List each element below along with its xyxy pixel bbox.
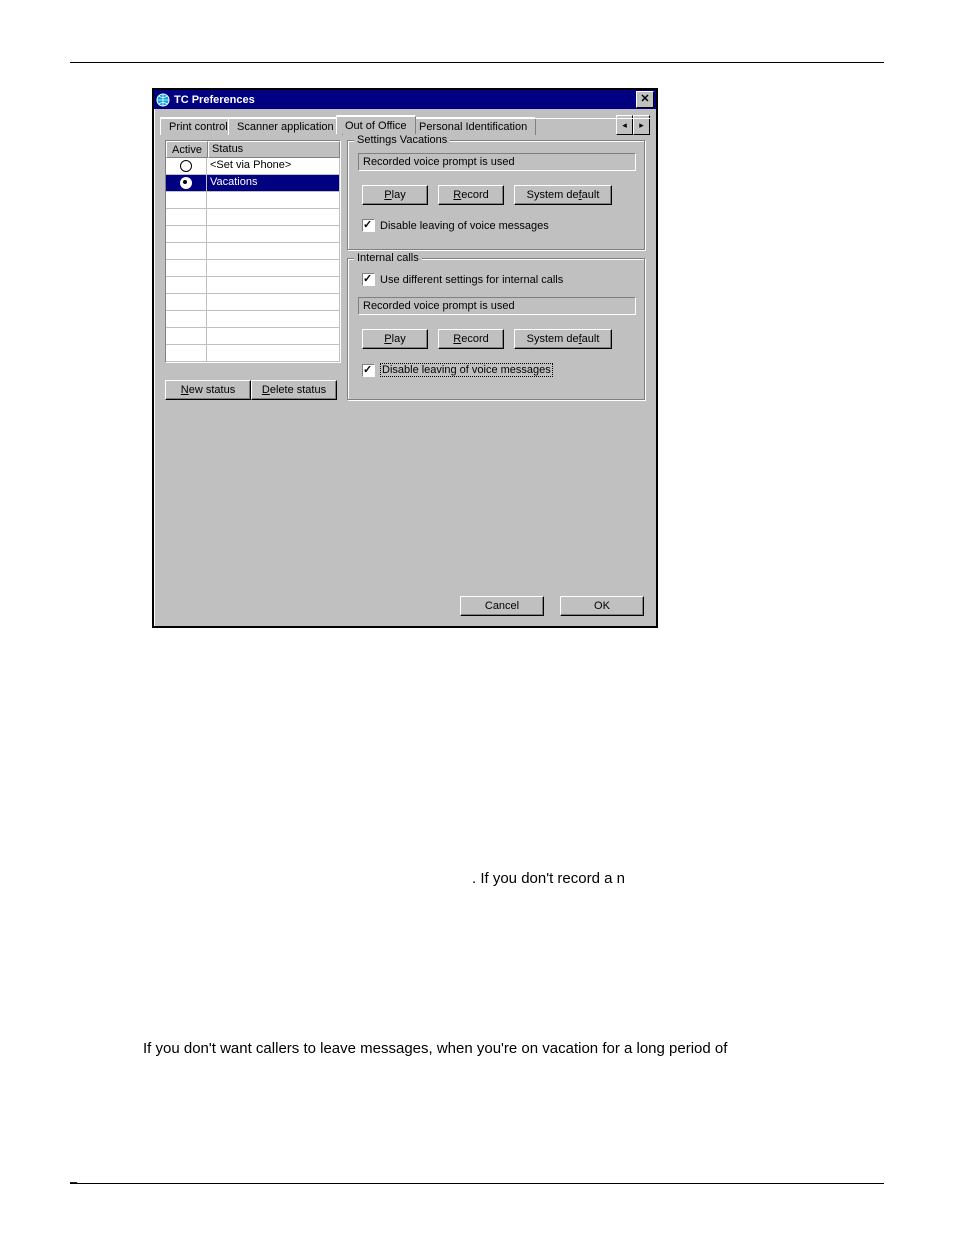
ok-button[interactable]: OK	[560, 596, 644, 616]
top-rule	[70, 62, 884, 63]
cancel-button[interactable]: Cancel	[460, 596, 544, 616]
settings-group: Settings Vacations Recorded voice prompt…	[347, 140, 645, 250]
use-internal-checkbox[interactable]: Use different settings for internal call…	[362, 273, 563, 286]
disable-messages-internal-checkbox[interactable]: Disable leaving of voice messages	[362, 363, 553, 377]
titlebar[interactable]: TC Preferences ✕	[154, 90, 656, 109]
prompt-state-field: Recorded voice prompt is used	[358, 297, 636, 315]
preferences-dialog: TC Preferences ✕ Print control Scanner a…	[152, 88, 658, 628]
radio-icon[interactable]	[180, 160, 192, 172]
play-button-internal[interactable]: Play	[362, 329, 428, 349]
checkbox-icon	[362, 219, 375, 232]
close-icon: ✕	[640, 94, 649, 105]
tab-out-of-office[interactable]: Out of Office	[336, 115, 416, 134]
radio-icon[interactable]	[180, 177, 192, 189]
body-fragment-1: . If you don't record a n	[472, 870, 625, 887]
checkbox-label: Use different settings for internal call…	[380, 274, 563, 286]
status-cell: <Set via Phone>	[207, 158, 340, 175]
table-row[interactable]: <Set via Phone>	[166, 158, 340, 175]
prompt-state-field: Recorded voice prompt is used	[358, 153, 636, 171]
col-status[interactable]: Status	[208, 141, 340, 158]
page-number: –	[70, 1174, 77, 1189]
checkbox-icon	[362, 273, 375, 286]
globe-icon	[156, 93, 170, 107]
group-legend: Internal calls	[354, 252, 422, 264]
checkbox-label: Disable leaving of voice messages	[380, 363, 553, 377]
body-fragment-2: If you don't want callers to leave messa…	[143, 1040, 727, 1057]
play-button[interactable]: Play	[362, 185, 428, 205]
delete-status-button[interactable]: Delete status	[251, 380, 337, 400]
table-row[interactable]: Vacations	[166, 175, 340, 192]
col-active[interactable]: Active	[166, 141, 208, 158]
bottom-rule	[70, 1183, 884, 1184]
system-default-button[interactable]: System default	[514, 185, 612, 205]
new-status-button[interactable]: New status	[165, 380, 251, 400]
record-button[interactable]: Record	[438, 185, 504, 205]
internal-calls-group: Internal calls Use different settings fo…	[347, 258, 645, 400]
group-legend: Settings Vacations	[354, 134, 450, 146]
close-button[interactable]: ✕	[636, 91, 654, 108]
disable-messages-checkbox[interactable]: Disable leaving of voice messages	[362, 219, 549, 232]
window-title: TC Preferences	[174, 94, 255, 106]
record-button-internal[interactable]: Record	[438, 329, 504, 349]
system-default-button-internal[interactable]: System default	[514, 329, 612, 349]
checkbox-icon	[362, 364, 375, 377]
status-table[interactable]: Active Status <Set via Phone> Vacations	[165, 140, 341, 363]
status-cell: Vacations	[207, 175, 340, 192]
checkbox-label: Disable leaving of voice messages	[380, 220, 549, 232]
table-header: Active Status	[166, 141, 340, 158]
